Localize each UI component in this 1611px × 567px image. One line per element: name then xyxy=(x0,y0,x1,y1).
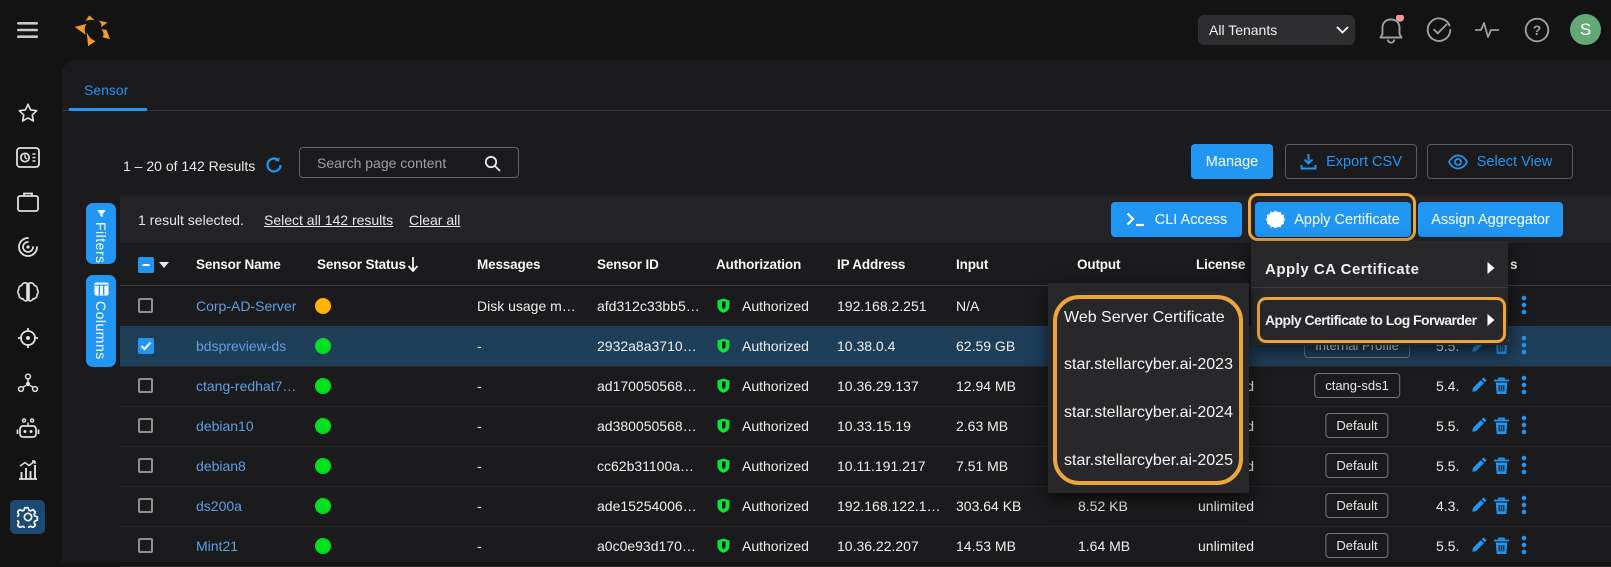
svg-text:?: ? xyxy=(1533,22,1542,38)
